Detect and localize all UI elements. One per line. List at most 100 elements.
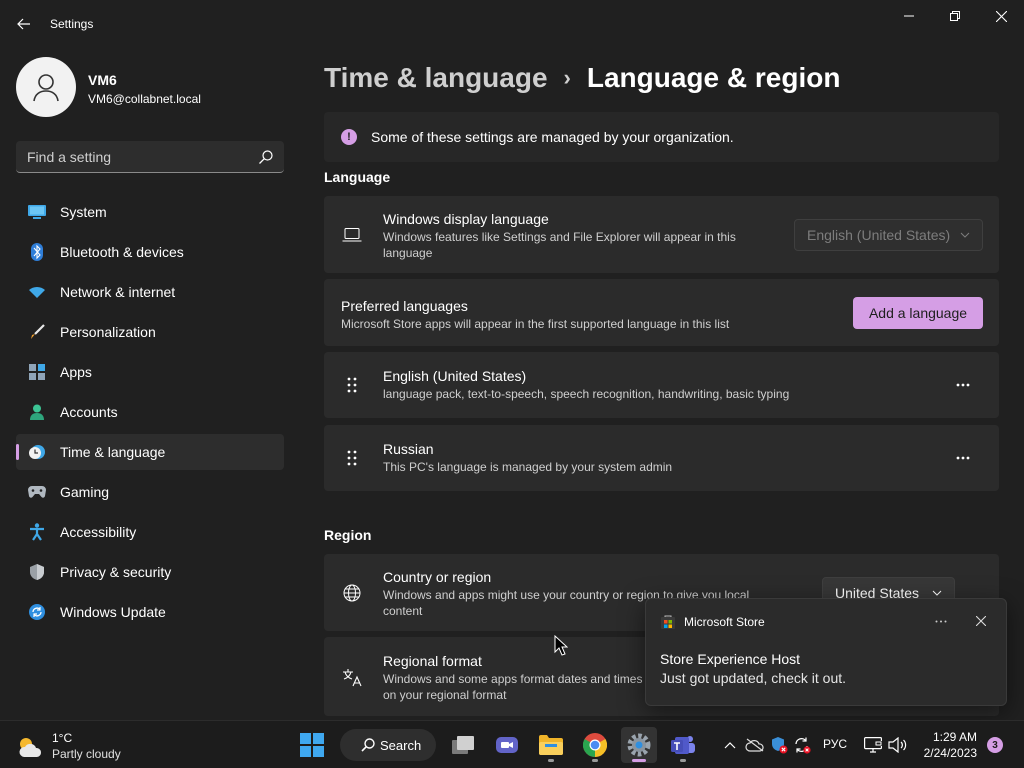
country-title: Country or region [383,569,492,585]
minimize-button[interactable] [886,0,932,32]
running-indicator [680,759,686,762]
settings-search[interactable] [16,141,284,173]
sync-tray-button[interactable] [792,735,812,755]
chevron-right-icon: › [563,65,571,90]
notification-toast[interactable]: Microsoft Store Store Experience Host Ju… [645,598,1007,706]
teams-icon [671,736,695,754]
apps-icon [28,363,46,381]
more-options-button[interactable] [943,442,983,474]
chevron-down-icon [960,232,970,238]
drag-handle-icon[interactable] [342,375,362,395]
taskbar: 1°C Partly cloudy Search РУС 1:29 AM 2/2… [0,720,1024,768]
sidebar-item-network[interactable]: Network & internet [16,274,284,310]
gamepad-icon [28,483,46,501]
chrome-button[interactable] [577,727,613,763]
active-indicator [632,759,646,762]
user-name: VM6 [88,72,117,88]
sidebar-item-gaming[interactable]: Gaming [16,474,284,510]
preferred-languages-subtitle: Microsoft Store apps will appear in the … [341,317,730,331]
more-icon [935,620,947,622]
toast-close-button[interactable] [968,609,994,633]
clock-date[interactable]: 2/24/2023 [921,746,977,760]
display-language-dropdown[interactable]: English (United States) [794,219,983,251]
back-button[interactable] [8,10,40,38]
windows-logo-icon [300,733,324,757]
restore-icon [950,11,960,21]
sidebar-item-personalization[interactable]: Personalization [16,314,284,350]
toast-app-name: Microsoft Store [684,615,765,629]
sidebar-nav: System Bluetooth & devices Network & int… [16,194,284,634]
sidebar-item-apps[interactable]: Apps [16,354,284,390]
regional-format-title: Regional format [383,653,482,669]
taskbar-search-button[interactable]: Search [340,729,436,761]
chevron-up-icon [724,742,736,749]
folder-icon [539,735,563,755]
more-icon [956,383,970,387]
weather-widget[interactable]: 1°C Partly cloudy [16,729,136,763]
task-view-icon [452,736,474,754]
teams-button[interactable] [665,727,701,763]
chat-button[interactable] [489,727,525,763]
language-name: English (United States) [383,368,527,384]
security-tray-button[interactable] [769,735,789,755]
file-explorer-button[interactable] [533,727,569,763]
person-icon [33,74,59,102]
user-profile[interactable]: VM6 VM6@collabnet.local [16,57,286,117]
drag-handle-icon[interactable] [342,448,362,468]
restore-button[interactable] [932,0,978,32]
microsoft-store-icon [661,615,675,629]
volume-tray-button[interactable] [888,735,908,755]
regional-format-icon [342,667,362,687]
language-row-english[interactable]: English (United States) language pack, t… [324,352,999,418]
search-input[interactable] [16,141,252,172]
close-button[interactable] [978,0,1024,32]
accessibility-icon [28,523,46,541]
task-view-button[interactable] [445,727,481,763]
weather-description: Partly cloudy [52,747,121,761]
laptop-icon [342,225,362,245]
sidebar-item-privacy[interactable]: Privacy & security [16,554,284,590]
sidebar-item-accessibility[interactable]: Accessibility [16,514,284,550]
add-language-button[interactable]: Add a language [853,297,983,329]
speaker-icon [888,737,907,753]
sidebar-item-accounts[interactable]: Accounts [16,394,284,430]
globe-icon [342,583,362,603]
breadcrumb-parent[interactable]: Time & language [324,62,548,94]
back-arrow-icon [17,18,30,30]
section-heading-region: Region [324,527,372,543]
show-hidden-icons-button[interactable] [720,735,740,755]
input-language-indicator[interactable]: РУС [823,737,847,751]
section-heading-language: Language [324,169,391,185]
sync-alert-icon [795,737,811,754]
person-icon [28,403,46,421]
search-icon[interactable] [258,149,274,165]
more-options-button[interactable] [943,369,983,401]
onedrive-tray-button[interactable] [745,735,765,755]
teams-chat-icon [496,737,518,753]
breadcrumb: Time & language › Language & region [324,58,840,98]
language-name: Russian [383,441,434,457]
display-language-title: Windows display language [383,211,549,227]
search-icon [361,738,375,752]
shield-icon [28,563,46,581]
monitor-icon [28,203,46,221]
sidebar-item-system[interactable]: System [16,194,284,230]
language-row-russian[interactable]: Russian This PC's language is managed by… [324,425,999,491]
notification-count-badge[interactable]: 3 [987,737,1003,753]
minimize-icon [904,15,914,17]
mouse-cursor-icon [554,635,568,656]
settings-taskbar-button[interactable] [621,727,657,763]
network-tray-button[interactable] [863,735,883,755]
user-email: VM6@collabnet.local [88,92,201,106]
toast-more-button[interactable] [928,609,954,633]
sidebar-item-bluetooth[interactable]: Bluetooth & devices [16,234,284,270]
clock-globe-icon [28,443,46,461]
defender-shield-icon [772,737,788,754]
info-icon: ! [341,129,357,145]
clock-time[interactable]: 1:29 AM [921,730,977,744]
update-icon [28,603,46,621]
app-title: Settings [50,17,94,31]
start-button[interactable] [294,727,330,763]
sidebar-item-windows-update[interactable]: Windows Update [16,594,284,630]
sidebar-item-time-language[interactable]: Time & language [16,434,284,470]
